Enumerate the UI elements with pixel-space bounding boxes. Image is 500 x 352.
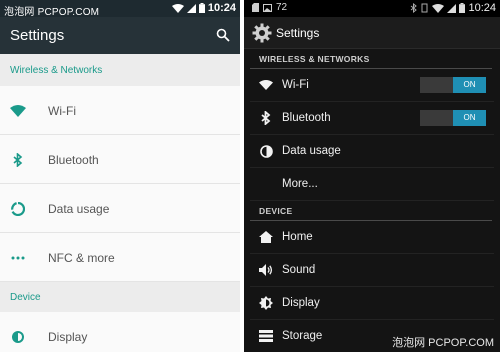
search-icon[interactable]	[216, 28, 230, 42]
battery-percent: 72	[276, 2, 288, 13]
settings-item-label: NFC & more	[48, 251, 115, 265]
toolbar: Settings	[0, 17, 240, 54]
data-usage-icon	[10, 201, 26, 217]
settings-item-label: Data usage	[48, 202, 110, 216]
status-time: 10:24	[468, 2, 496, 14]
settings-item-label: Bluetooth	[282, 112, 331, 124]
settings-item-bluetooth[interactable]: Bluetooth	[0, 135, 240, 184]
settings-item-label: Sound	[282, 264, 316, 276]
settings-item-bluetooth[interactable]: Bluetooth ON	[250, 102, 494, 135]
more-dots-icon	[10, 250, 26, 266]
watermark: 泡泡网 PCPOP.COM	[4, 7, 100, 18]
settings-item-label: Bluetooth	[48, 153, 99, 167]
material-settings-screen: 泡泡网 PCPOP.COM 10:24 Settings Wireless & …	[0, 0, 240, 352]
settings-item-label: Display	[282, 297, 320, 309]
settings-item-label: More...	[282, 178, 318, 190]
settings-item-data-usage[interactable]: Data usage	[250, 135, 494, 168]
settings-item-home[interactable]: Home	[250, 221, 494, 254]
image-notification-icon	[263, 3, 272, 12]
toggle-state: ON	[453, 77, 486, 93]
wifi-signal-icon	[432, 3, 445, 13]
display-icon	[10, 329, 26, 345]
settings-item-sound[interactable]: Sound	[250, 254, 494, 287]
watermark: 泡泡网 PCPOP.COM	[392, 337, 494, 349]
settings-item-label: Data usage	[282, 145, 341, 157]
cell-signal-icon	[447, 3, 457, 13]
settings-item-label: Storage	[282, 330, 323, 342]
data-usage-icon	[259, 144, 273, 158]
battery-icon	[459, 3, 466, 13]
settings-item-label: Display	[48, 330, 88, 344]
section-header-wireless: WIRELESS & NETWORKS	[250, 49, 492, 69]
settings-item-label: Wi-Fi	[48, 104, 76, 118]
vibrate-icon	[421, 3, 428, 13]
status-bar: 泡泡网 PCPOP.COM 10:24	[0, 0, 240, 18]
bluetooth-icon	[10, 152, 26, 168]
wifi-signal-icon	[171, 3, 184, 13]
battery-icon	[198, 3, 205, 13]
page-title: Settings	[10, 27, 65, 44]
settings-item-data-usage[interactable]: Data usage	[0, 184, 240, 233]
settings-item-wifi[interactable]: Wi-Fi	[0, 86, 240, 135]
section-header-wireless: Wireless & Networks	[0, 54, 240, 86]
settings-item-wifi[interactable]: Wi-Fi ON	[250, 69, 494, 102]
wifi-icon	[10, 103, 26, 119]
settings-item-display[interactable]: Display	[250, 287, 494, 320]
section-title: WIRELESS & NETWORKS	[259, 54, 370, 64]
status-time: 10:24	[207, 2, 236, 14]
status-bar: 72 10:24	[244, 0, 500, 17]
bluetooth-toggle[interactable]: ON	[420, 110, 486, 126]
action-bar: Settings	[244, 17, 500, 49]
bluetooth-status-icon	[411, 3, 418, 13]
settings-item-label: Wi-Fi	[282, 79, 309, 91]
wifi-icon	[259, 78, 273, 92]
holo-settings-screen: 72 10:24 Settings WIRELESS & NETWORKS Wi…	[244, 0, 500, 352]
page-title: Settings	[276, 26, 320, 40]
cell-signal-icon	[186, 3, 196, 13]
speaker-icon	[259, 263, 273, 277]
brightness-icon	[259, 296, 273, 310]
section-title: DEVICE	[259, 206, 293, 216]
settings-item-nfc-more[interactable]: NFC & more	[0, 233, 240, 282]
home-icon	[259, 230, 273, 244]
bluetooth-icon	[259, 111, 273, 125]
settings-item-more[interactable]: More...	[250, 168, 494, 201]
toggle-state: ON	[453, 110, 486, 126]
settings-item-display[interactable]: Display	[0, 312, 240, 352]
storage-icon	[259, 329, 273, 343]
section-header-device: DEVICE	[250, 201, 492, 221]
settings-item-label: Home	[282, 231, 313, 243]
settings-gear-icon[interactable]	[252, 23, 272, 43]
sd-card-icon	[252, 3, 259, 12]
section-header-device: Device	[0, 282, 240, 312]
wifi-toggle[interactable]: ON	[420, 77, 486, 93]
